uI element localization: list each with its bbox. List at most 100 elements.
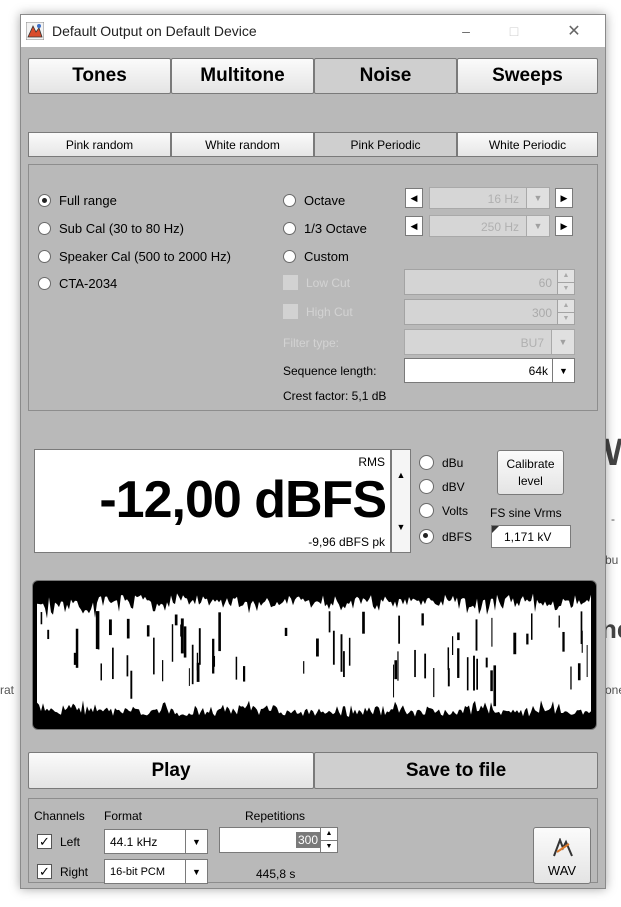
repetitions-label: Repetitions <box>245 809 306 823</box>
repetitions-spinner[interactable]: ▲ ▼ <box>320 828 337 852</box>
radio-indicator <box>419 503 434 518</box>
wav-button[interactable]: WAV <box>533 827 591 884</box>
spin-up-icon[interactable]: ▲ <box>558 270 574 282</box>
play-button[interactable]: Play <box>28 752 314 789</box>
repetitions-field[interactable]: 300 ▲ ▼ <box>219 827 338 853</box>
octave-next-button[interactable]: ▶ <box>555 188 573 208</box>
background-text-one: one <box>605 683 621 697</box>
radio-label: dBFS <box>442 529 473 544</box>
checkbox-box <box>283 304 298 319</box>
third-octave-next-button[interactable]: ▶ <box>555 216 573 236</box>
octave-prev-button[interactable]: ◀ <box>405 188 423 208</box>
octave-frequency-combo[interactable]: 16 Hz ▼ <box>429 187 550 209</box>
spin-up-icon[interactable]: ▲ <box>321 828 337 840</box>
sample-rate-combo[interactable]: 44.1 kHz ▼ <box>104 829 208 854</box>
subtab-pink-periodic[interactable]: Pink Periodic <box>314 132 457 157</box>
high-cut-checkbox[interactable]: High Cut <box>283 304 353 319</box>
radio-volts[interactable]: Volts <box>419 503 468 518</box>
spin-up-icon[interactable]: ▲ <box>558 300 574 312</box>
close-button[interactable]: ✕ <box>551 15 597 47</box>
radio-dbu[interactable]: dBu <box>419 455 463 470</box>
low-cut-field[interactable]: 60 ▲ ▼ <box>404 269 575 295</box>
radio-custom[interactable]: Custom <box>283 249 349 264</box>
radio-octave[interactable]: Octave <box>283 193 345 208</box>
radio-label: dBu <box>442 455 464 470</box>
calibrate-level-button[interactable]: Calibrate level <box>497 450 564 495</box>
tab-sweeps[interactable]: Sweeps <box>457 58 598 94</box>
tab-tones[interactable]: Tones <box>28 58 171 94</box>
combo-value: 64k <box>528 364 548 378</box>
level-display: RMS -12,00 dBFS -9,96 dBFS pk <box>34 449 391 553</box>
radio-indicator <box>38 194 51 207</box>
background-text-dash: - <box>611 512 615 526</box>
save-to-file-button[interactable]: Save to file <box>314 752 598 789</box>
chevron-down-icon: ▼ <box>551 330 574 354</box>
bit-depth-combo[interactable]: 16-bit PCM ▼ <box>104 859 208 884</box>
title-bar[interactable]: Default Output on Default Device – □ ✕ <box>21 15 605 47</box>
spin-down-icon[interactable]: ▼ <box>321 839 337 852</box>
maximize-button[interactable]: □ <box>491 15 537 47</box>
tab-multitone[interactable]: Multitone <box>171 58 314 94</box>
triangle-left-icon: ◀ <box>410 220 418 231</box>
checkbox-label: Right <box>60 864 89 879</box>
generator-window: Default Output on Default Device – □ ✕ T… <box>20 14 606 889</box>
left-channel-checkbox[interactable]: ✓ Left <box>37 834 80 849</box>
radio-speaker-cal[interactable]: Speaker Cal (500 to 2000 Hz) <box>38 249 231 264</box>
level-up-icon[interactable]: ▲ <box>392 470 410 480</box>
level-scroll[interactable]: ▲ ▼ <box>391 449 411 553</box>
combo-value: 16-bit PCM <box>110 866 166 878</box>
radio-indicator <box>283 222 296 235</box>
radio-label: dBV <box>442 479 465 494</box>
low-cut-checkbox[interactable]: Low Cut <box>283 275 350 290</box>
radio-dbfs[interactable]: dBFS <box>419 529 472 544</box>
tab-noise[interactable]: Noise <box>314 58 457 94</box>
minimize-button[interactable]: – <box>443 15 489 47</box>
radio-dbv[interactable]: dBV <box>419 479 465 494</box>
combo-value: BU7 <box>520 336 544 350</box>
app-icon <box>26 22 44 40</box>
radio-label: Full range <box>59 193 117 208</box>
checkbox-label: High Cut <box>306 304 353 319</box>
wav-file-icon <box>553 838 573 857</box>
combo-value: 16 Hz <box>487 192 519 206</box>
radio-indicator <box>38 277 51 290</box>
low-cut-spinner[interactable]: ▲ ▼ <box>557 270 574 294</box>
radio-indicator <box>38 222 51 235</box>
window-title: Default Output on Default Device <box>52 23 257 39</box>
chevron-down-icon: ▼ <box>185 830 207 853</box>
subtab-white-periodic[interactable]: White Periodic <box>457 132 598 157</box>
third-octave-frequency-combo[interactable]: 250 Hz ▼ <box>429 215 550 237</box>
filter-type-combo[interactable]: BU7 ▼ <box>404 329 575 355</box>
radio-indicator <box>419 455 434 470</box>
combo-value: 250 Hz <box>480 220 519 234</box>
waveform-display <box>37 593 591 717</box>
third-octave-prev-button[interactable]: ◀ <box>405 216 423 236</box>
radio-cta-2034[interactable]: CTA-2034 <box>38 276 117 291</box>
radio-third-octave[interactable]: 1/3 Octave <box>283 221 367 236</box>
fs-sine-label: FS sine Vrms <box>490 506 562 520</box>
right-channel-checkbox[interactable]: ✓ Right <box>37 864 88 879</box>
checkmark-icon: ✓ <box>37 834 52 849</box>
radio-label: Volts <box>442 503 469 518</box>
subtab-white-random[interactable]: White random <box>171 132 314 157</box>
level-down-icon[interactable]: ▼ <box>392 522 410 532</box>
radio-full-range[interactable]: Full range <box>38 193 117 208</box>
radio-indicator <box>283 250 296 263</box>
spin-down-icon[interactable]: ▼ <box>558 311 574 324</box>
close-icon: ✕ <box>567 23 581 40</box>
radio-sub-cal[interactable]: Sub Cal (30 to 80 Hz) <box>38 221 184 236</box>
background-text-rat: rat <box>0 683 15 697</box>
sequence-length-combo[interactable]: 64k ▼ <box>404 358 575 383</box>
fs-sine-field[interactable]: 1,171 kV <box>491 525 571 548</box>
high-cut-spinner[interactable]: ▲ ▼ <box>557 300 574 324</box>
subtab-pink-random[interactable]: Pink random <box>28 132 171 157</box>
radio-indicator <box>419 479 434 494</box>
high-cut-field[interactable]: 300 ▲ ▼ <box>404 299 575 325</box>
level-value: -12,00 dBFS <box>99 471 387 529</box>
spin-down-icon[interactable]: ▼ <box>558 281 574 294</box>
checkbox-label: Low Cut <box>306 275 351 290</box>
triangle-right-icon: ▶ <box>560 220 568 231</box>
filter-type-label: Filter type: <box>283 336 340 350</box>
checkbox-box <box>283 275 298 290</box>
radio-label: Sub Cal (30 to 80 Hz) <box>59 221 185 236</box>
